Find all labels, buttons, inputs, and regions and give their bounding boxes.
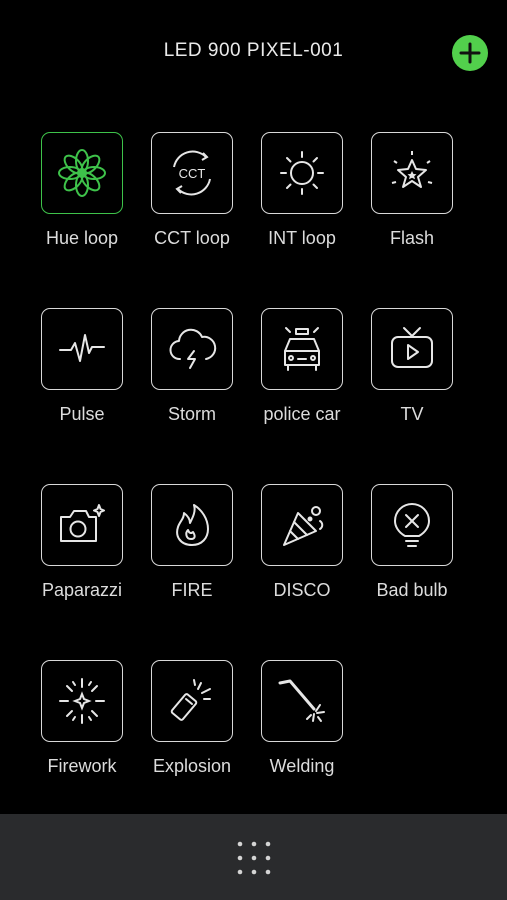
effect-icon-box — [151, 660, 233, 742]
party-popper-icon — [283, 506, 324, 546]
effect-tile-firework[interactable]: Firework — [28, 660, 128, 800]
welding-icon — [278, 679, 325, 722]
effect-icon-box — [261, 660, 343, 742]
effect-icon-box: CCT — [151, 132, 233, 214]
bottom-bar — [0, 814, 507, 900]
effect-tile-welding[interactable]: Welding — [248, 660, 348, 800]
effect-label: Pulse — [59, 404, 105, 424]
effect-tile-int-loop[interactable]: INT loop — [248, 132, 348, 272]
effect-label: FIRE — [171, 580, 213, 600]
effect-tile-police-car[interactable]: police car — [248, 308, 348, 448]
effect-label: Welding — [269, 756, 335, 776]
svg-text:CCT: CCT — [179, 166, 206, 181]
effect-tile-tv[interactable]: TV — [358, 308, 458, 448]
camera-icon — [60, 504, 105, 542]
plus-circle-icon — [459, 42, 481, 64]
flower-icon — [58, 149, 106, 197]
effect-label: police car — [263, 404, 341, 424]
effect-label: Storm — [167, 404, 216, 424]
effect-label: Paparazzi — [41, 580, 123, 600]
explosion-icon — [170, 679, 211, 721]
effect-icon-box — [41, 484, 123, 566]
grid-dots-icon — [237, 841, 271, 875]
effect-icon-box — [371, 308, 453, 390]
effect-icon-box — [261, 132, 343, 214]
effect-tile-hue-loop[interactable]: Hue loop — [28, 132, 128, 272]
storm-cloud-icon — [169, 328, 217, 369]
effect-tile-flash[interactable]: Flash — [358, 132, 458, 272]
effect-tile-cct-loop[interactable]: CCT CCT loop — [138, 132, 238, 272]
cct-icon: CCT — [173, 150, 211, 196]
sun-icon — [280, 151, 324, 195]
effect-icon-box — [371, 484, 453, 566]
effect-tile-disco[interactable]: DISCO — [248, 484, 348, 624]
tv-icon — [391, 327, 433, 368]
effect-icon-box — [41, 132, 123, 214]
effect-label: DISCO — [273, 580, 331, 600]
effect-icon-box — [41, 308, 123, 390]
effect-label: INT loop — [268, 228, 336, 248]
firework-icon — [59, 678, 105, 724]
effect-tile-storm[interactable]: Storm — [138, 308, 238, 448]
effect-tile-fire[interactable]: FIRE — [138, 484, 238, 624]
effect-icon-box — [41, 660, 123, 742]
effect-icon-box — [151, 308, 233, 390]
effect-tile-pulse[interactable]: Pulse — [28, 308, 128, 448]
effect-label: Explosion — [152, 756, 232, 776]
effect-label: TV — [400, 404, 424, 424]
heartbeat-icon — [59, 334, 105, 362]
device-title: LED 900 PIXEL-001 — [163, 40, 344, 61]
effect-tile-explosion[interactable]: Explosion — [138, 660, 238, 800]
header: LED 900 PIXEL-001 — [0, 0, 507, 100]
effect-tile-bad-bulb[interactable]: Bad bulb — [358, 484, 458, 624]
effect-label: CCT loop — [154, 228, 230, 248]
add-button[interactable] — [452, 35, 488, 71]
effect-label: Firework — [47, 756, 117, 776]
star-burst-icon — [391, 151, 433, 188]
effect-label: Bad bulb — [376, 580, 448, 600]
effect-label: Flash — [389, 228, 434, 248]
effect-label: Hue loop — [45, 228, 119, 248]
menu-button[interactable] — [236, 840, 272, 876]
effect-tile-paparazzi[interactable]: Paparazzi — [28, 484, 128, 624]
effect-icon-box — [151, 484, 233, 566]
flame-icon — [176, 504, 209, 546]
effect-icon-box — [261, 308, 343, 390]
effect-icon-box — [261, 484, 343, 566]
police-car-icon — [284, 327, 320, 371]
effect-icon-box — [371, 132, 453, 214]
broken-bulb-icon — [394, 503, 430, 547]
